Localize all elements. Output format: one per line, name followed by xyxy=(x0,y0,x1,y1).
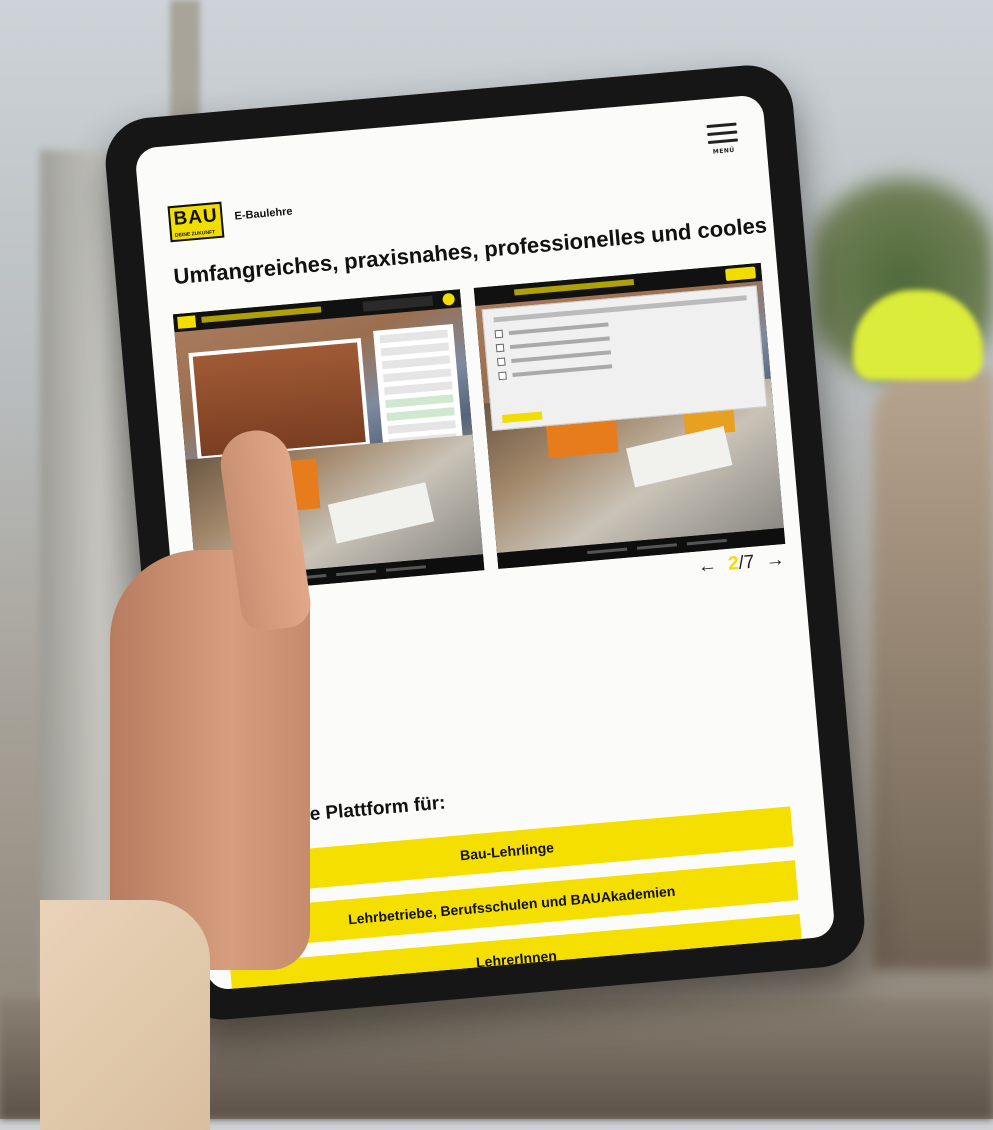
menu-label: MENÜ xyxy=(712,146,736,156)
hamburger-icon xyxy=(706,122,737,129)
photo-plan xyxy=(327,482,435,544)
hamburger-icon-bar xyxy=(707,138,739,145)
brand-name[interactable]: E-Baulehre xyxy=(234,206,293,223)
photo-plan xyxy=(626,426,733,488)
menu-button[interactable]: MENÜ xyxy=(706,122,739,156)
slide-search xyxy=(362,295,434,312)
quiz-submit-button xyxy=(501,411,543,424)
slide-action xyxy=(725,266,757,281)
slide-logo xyxy=(177,315,197,329)
arrow-left-icon[interactable]: ← xyxy=(691,554,724,578)
pager-total: 7 xyxy=(742,551,756,574)
carousel-slide-quiz[interactable] xyxy=(473,262,786,569)
hamburger-icon-bar xyxy=(707,130,738,137)
header: BAU DEINE ZUKUNFT E-Baulehre MENÜ xyxy=(134,94,769,243)
logo-tagline: DEINE ZUKUNFT xyxy=(174,229,216,239)
slide-avatar xyxy=(442,292,456,306)
background-worker xyxy=(873,370,993,970)
arrow-right-icon[interactable]: → xyxy=(759,548,792,572)
sleeve xyxy=(40,900,210,1130)
slide-quiz-panel xyxy=(481,285,768,431)
holding-hand xyxy=(40,426,320,1130)
bau-logo[interactable]: BAU DEINE ZUKUNFT xyxy=(167,201,225,243)
logo-text: BAU xyxy=(172,205,219,230)
